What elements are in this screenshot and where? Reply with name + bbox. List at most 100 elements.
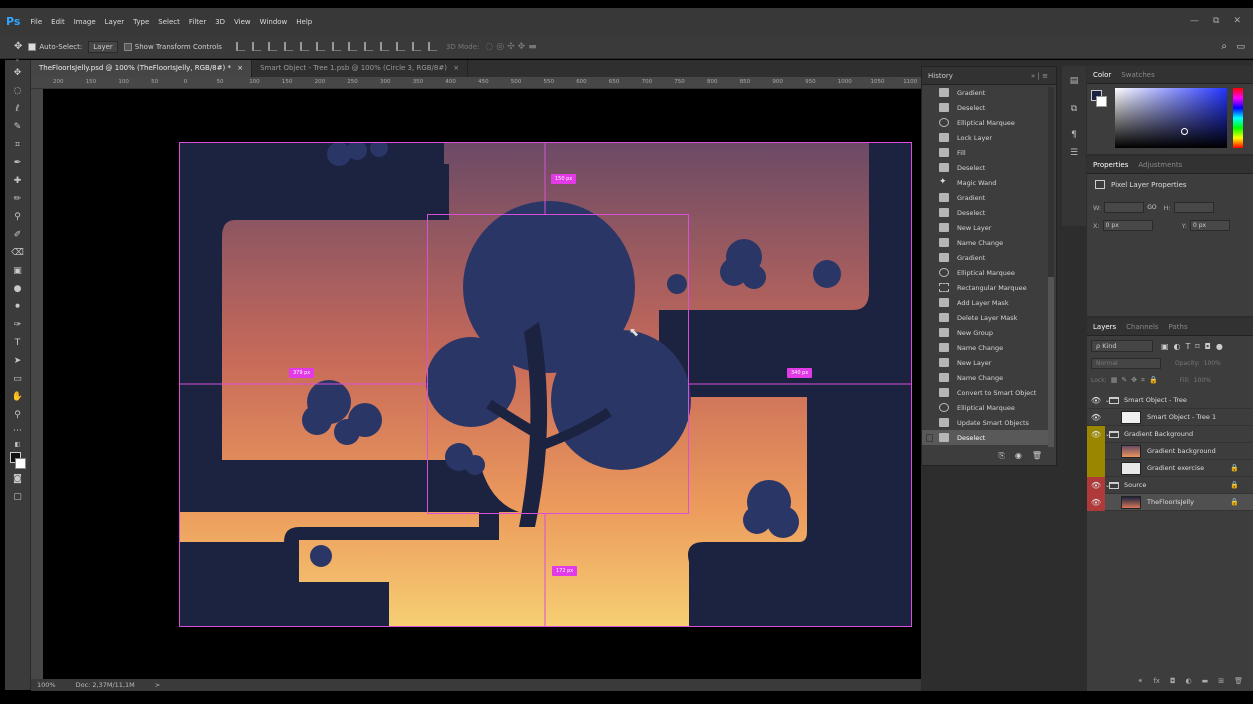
layer-name[interactable]: TheFloorIsJelly [1147,498,1194,506]
new-layer-icon[interactable]: ⊞ [1218,677,1224,685]
history-item[interactable]: Gradient [922,250,1048,265]
gradient-tool-icon[interactable]: ▣ [10,264,25,278]
zoom-tool-icon[interactable]: ⚲ [10,408,25,422]
layer-row[interactable]: Gradient exercise 🔒 [1087,459,1253,477]
history-item[interactable]: Convert to Smart Object [922,385,1048,400]
color-picker-ring[interactable] [1181,128,1188,135]
width-field[interactable] [1104,202,1145,213]
history-item[interactable]: Deselect [922,205,1048,220]
layer-row[interactable]: 👁 ⌄ Source 🔒 [1087,476,1253,494]
tab-adjustments[interactable]: Adjustments [1138,161,1182,169]
visibility-eye-icon[interactable] [1087,442,1105,460]
history-checkbox[interactable] [926,373,933,382]
color-field[interactable] [1115,88,1227,148]
visibility-eye-icon[interactable]: 👁 [1087,425,1105,443]
close-button[interactable]: ✕ [1233,16,1241,26]
history-checkbox[interactable] [926,118,933,127]
history-checkbox[interactable] [926,268,933,277]
history-checkbox[interactable] [926,283,933,292]
history-checkbox[interactable] [926,238,933,247]
quick-mask-icon[interactable]: ◙ [10,472,25,486]
history-checkbox[interactable] [926,103,933,112]
distribute-middle-icon[interactable] [347,42,357,51]
brush-tool-icon[interactable]: ✏ [10,192,25,206]
history-checkbox[interactable] [926,148,933,157]
tab-close-icon[interactable]: × [237,64,243,72]
history-item[interactable]: New Layer [922,355,1048,370]
visibility-eye-icon[interactable] [1087,459,1105,477]
crop-tool-icon[interactable]: ⌗ [10,138,25,152]
background-color-swatch[interactable] [15,458,26,469]
auto-select-checkbox[interactable] [28,42,37,51]
history-item[interactable]: Gradient [922,190,1048,205]
y-field[interactable] [1189,220,1230,231]
history-item[interactable]: Deselect [922,100,1048,115]
history-item[interactable]: Name Change [922,370,1048,385]
screen-mode-icon[interactable]: ▢ [10,490,25,504]
minimize-button[interactable]: — [1190,16,1199,26]
history-checkbox[interactable] [926,178,933,187]
history-checkbox[interactable] [926,403,933,412]
history-item[interactable]: ✦ Magic Wand [922,175,1048,190]
visibility-eye-icon[interactable]: 👁 [1087,476,1105,494]
auto-align-icon[interactable] [427,42,437,51]
tab-thefloorisjelly[interactable]: TheFloorIsJelly.psd @ 100% (TheFloorIsJe… [31,60,253,77]
layer-name[interactable]: Gradient background [1147,447,1216,455]
layer-name[interactable]: Gradient exercise [1147,464,1204,472]
dodge-tool-icon[interactable]: ⚫ [10,300,25,314]
layer-row[interactable]: 👁 Smart Object - Tree 1 [1087,409,1253,426]
align-bottom-icon[interactable] [267,42,277,51]
snapshot-icon[interactable]: ◉ [1015,451,1022,461]
layer-name[interactable]: Smart Object - Tree [1124,396,1187,404]
marquee-tool-icon[interactable]: ◌ [10,84,25,98]
history-scrollbar[interactable] [1048,87,1054,447]
history-checkbox[interactable] [926,88,933,97]
x-field[interactable] [1102,220,1153,231]
history-checkbox[interactable] [926,223,933,232]
move-tool-icon[interactable]: ✥ [10,66,25,80]
history-item[interactable]: New Group [922,325,1048,340]
history-item[interactable]: Deselect [922,430,1048,445]
history-item[interactable]: Elliptical Marquee [922,265,1048,280]
link-layers-icon[interactable]: ⚭ [1137,677,1143,685]
distribute-bottom-icon[interactable] [363,42,373,51]
distribute-right-icon[interactable] [411,42,421,51]
menu-type[interactable]: Type [133,18,149,26]
history-item[interactable]: Delete Layer Mask [922,310,1048,325]
visibility-eye-icon[interactable]: 👁 [1087,392,1105,409]
layer-row[interactable]: 👁 ⌄ Smart Object - Tree [1087,392,1253,409]
history-item[interactable]: Add Layer Mask [922,295,1048,310]
menu-image[interactable]: Image [74,18,96,26]
history-item[interactable]: Rectangular Marquee [922,280,1048,295]
lasso-tool-icon[interactable]: ℓ [10,102,25,116]
history-checkbox[interactable] [926,298,933,307]
layer-filter-dropdown[interactable]: ρ Kind [1091,340,1153,352]
menu-3d[interactable]: 3D [215,18,225,26]
history-checkbox[interactable] [926,193,933,202]
history-item[interactable]: Name Change [922,235,1048,250]
menu-select[interactable]: Select [158,18,180,26]
tab-paths[interactable]: Paths [1169,323,1188,331]
default-colors-icon[interactable]: ◧ [10,438,25,452]
align-top-icon[interactable] [235,42,245,51]
history-checkbox[interactable] [926,253,933,262]
horizontal-ruler[interactable]: 200 150 100 50 0 50 100 150 200 250 300 350 400 450 50… [31,77,921,89]
align-center-icon[interactable] [299,42,309,51]
auto-select-dropdown[interactable]: Layer [88,40,118,53]
history-checkbox[interactable] [926,208,933,217]
history-item[interactable]: Fill [922,145,1048,160]
align-left-icon[interactable] [283,42,293,51]
panel-menu-icon[interactable]: » | ≡ [1031,72,1048,80]
fx-icon[interactable]: fx [1153,677,1160,685]
history-checkbox[interactable] [926,418,933,427]
menu-file[interactable]: File [30,18,42,26]
tab-swatches[interactable]: Swatches [1121,71,1154,79]
history-dock-icon[interactable]: ▤ [1068,76,1080,88]
scroll-thumb[interactable] [1048,277,1054,447]
layer-row[interactable]: 👁 TheFloorIsJelly 🔒 [1087,493,1253,511]
tab-color[interactable]: Color [1093,71,1111,79]
paragraph-dock-icon[interactable]: ¶ [1068,130,1080,142]
link-icon[interactable]: GO [1147,204,1156,211]
tab-channels[interactable]: Channels [1126,323,1158,331]
canvas-area[interactable]: 150 px 379 px 340 px 172 px ⬉ [43,89,1047,679]
